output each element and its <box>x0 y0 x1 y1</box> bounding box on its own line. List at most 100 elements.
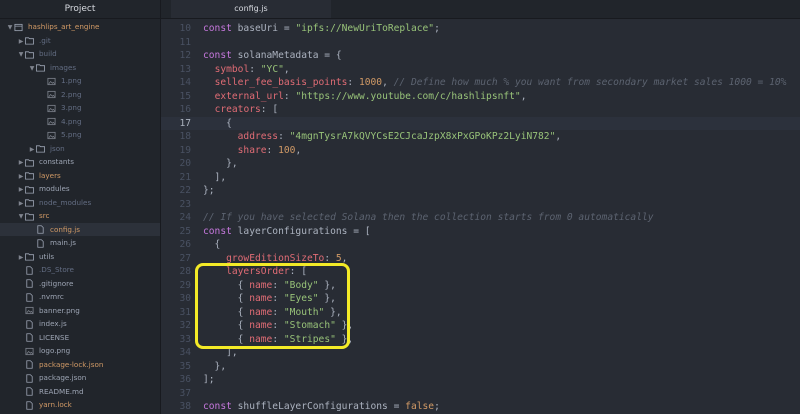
tree-file[interactable]: banner.png <box>0 304 160 318</box>
tree-item-label: logo.png <box>39 346 71 355</box>
tree-folder[interactable]: ▶ constants <box>0 155 160 169</box>
tree-folder[interactable]: ▶ json <box>0 142 160 156</box>
code-line[interactable]: 31 { name: "Mouth" }, <box>161 306 800 320</box>
code-line[interactable]: 17 { <box>161 116 800 130</box>
tree-file[interactable]: package.json <box>0 371 160 385</box>
code-text: const solanaMetadata = { <box>203 49 342 63</box>
code-line[interactable]: 30 { name: "Eyes" }, <box>161 292 800 306</box>
tree-file[interactable]: 5.png <box>0 128 160 142</box>
tree-file[interactable]: 2.png <box>0 88 160 102</box>
file-icon <box>25 279 36 288</box>
code-line[interactable]: 15 external_url: "https://www.youtube.co… <box>161 90 800 104</box>
tree-file[interactable]: .gitignore <box>0 277 160 291</box>
tree-folder[interactable]: ▼ build <box>0 47 160 61</box>
code-line[interactable]: 22}; <box>161 184 800 198</box>
tree-item-label: build <box>39 49 57 58</box>
tree-folder[interactable]: ▶ .git <box>0 34 160 48</box>
chevron-right-icon[interactable]: ▶ <box>17 251 25 265</box>
code-line[interactable]: 21 ], <box>161 171 800 185</box>
code-line[interactable]: 27 growEditionSizeTo: 5, <box>161 252 800 266</box>
code-line[interactable]: 12 const solanaMetadata = { <box>161 49 800 63</box>
tree-file[interactable]: 4.png <box>0 115 160 129</box>
code-line[interactable]: 19 share: 100, <box>161 144 800 158</box>
chevron-down-icon[interactable]: ▼ <box>6 21 14 35</box>
file-icon <box>36 238 47 248</box>
code-line[interactable]: 38 const shuffleLayerConfigurations = fal… <box>161 400 800 414</box>
code-line[interactable]: 24 // If you have selected Solana then th… <box>161 211 800 225</box>
tree-file[interactable]: .nvmrc <box>0 290 160 304</box>
code-line[interactable]: 37 <box>161 387 800 401</box>
tree-file[interactable]: logo.png <box>0 344 160 358</box>
code-line[interactable]: 36]; <box>161 373 800 387</box>
tree-file[interactable]: yarn.lock <box>0 398 160 412</box>
folder-icon <box>25 50 36 59</box>
tree-file[interactable]: README.md <box>0 385 160 399</box>
code-text: const shuffleLayerConfigurations = false… <box>203 400 440 414</box>
code-line[interactable]: 35 }, <box>161 360 800 374</box>
code-editor[interactable]: 10 const baseUri = "ipfs://NewUriToReplac… <box>161 19 800 414</box>
image-file-icon <box>47 90 58 99</box>
code-line[interactable]: 18 address: "4mgnTysrA7kQVYCsE2CJcaJzpX8… <box>161 130 800 144</box>
file-icon <box>25 265 36 275</box>
code-line[interactable]: 11 <box>161 36 800 50</box>
chevron-down-icon[interactable]: ▼ <box>17 210 25 224</box>
code-line[interactable]: 29 { name: "Body" }, <box>161 279 800 293</box>
tree-folder[interactable]: ▼ src <box>0 209 160 223</box>
code-text: const baseUri = "ipfs://NewUriToReplace"… <box>203 22 440 36</box>
code-line[interactable]: 20 }, <box>161 157 800 171</box>
chevron-down-icon[interactable]: ▼ <box>17 48 25 62</box>
chevron-right-icon[interactable]: ▶ <box>17 156 25 170</box>
chevron-right-icon[interactable]: ▶ <box>28 143 36 157</box>
tree-file[interactable]: package-lock.json <box>0 358 160 372</box>
tab-config-js[interactable]: config.js <box>171 0 331 18</box>
tree-folder[interactable]: ▶ utils <box>0 250 160 264</box>
code-line[interactable]: 10 const baseUri = "ipfs://NewUriToReplac… <box>161 22 800 36</box>
tree-file[interactable]: .DS_Store <box>0 263 160 277</box>
file-icon <box>36 225 47 234</box>
code-line[interactable]: 23 <box>161 198 800 212</box>
image-file-icon <box>47 104 58 113</box>
code-token: name <box>249 333 273 345</box>
code-text: }, <box>203 157 238 171</box>
code-token: "Mouth" <box>283 306 325 318</box>
code-line[interactable]: 34 ], <box>161 346 800 360</box>
file-icon <box>25 292 36 302</box>
tree-item-label: 5.png <box>61 130 82 139</box>
code-line[interactable]: 14 seller_fee_basis_points: 1000, // Def… <box>161 76 800 90</box>
code-line[interactable]: 25 const layerConfigurations = [ <box>161 225 800 239</box>
tree-item-label: banner.png <box>39 305 80 315</box>
tree-file[interactable]: main.js <box>0 236 160 250</box>
chevron-down-icon[interactable]: ▼ <box>28 62 36 76</box>
code-token: }, <box>318 293 336 304</box>
tree-file[interactable]: 1.png <box>0 74 160 88</box>
code-token: // Define how much % you want from secon… <box>393 77 787 88</box>
tree-file[interactable]: LICENSE <box>0 331 160 345</box>
tree-folder[interactable]: ▼ hashlips_art_engine <box>0 20 160 34</box>
tree-item-label: README.md <box>39 386 84 396</box>
tree-folder[interactable]: ▶ node_modules <box>0 196 160 210</box>
tree-file[interactable]: 3.png <box>0 101 160 115</box>
chevron-right-icon[interactable]: ▶ <box>17 183 25 197</box>
code-token: = [ <box>353 225 371 237</box>
code-line[interactable]: 28 layersOrder: [ <box>161 265 800 279</box>
tree-folder[interactable]: ▼ images <box>0 61 160 75</box>
code-line[interactable]: 32 { name: "Stomach" }, <box>161 319 800 333</box>
chevron-right-icon[interactable]: ▶ <box>17 197 25 211</box>
folder-icon <box>25 198 36 207</box>
code-line[interactable]: 13 symbol: "YC", <box>161 63 800 77</box>
code-token: { <box>203 320 250 331</box>
tree-folder[interactable]: ▶ layers <box>0 169 160 183</box>
tree-item-label: yarn.lock <box>39 400 72 409</box>
code-token: , <box>283 63 290 75</box>
code-token: "Stripes" <box>283 333 336 345</box>
code-line[interactable]: 26 { <box>161 238 800 252</box>
chevron-right-icon[interactable]: ▶ <box>17 170 25 184</box>
tree-file[interactable]: index.js <box>0 317 160 331</box>
tree-file[interactable]: config.js <box>0 222 160 236</box>
tree-folder[interactable]: ▶ modules <box>0 182 160 196</box>
code-line[interactable]: 33 { name: "Stripes" }, <box>161 333 800 347</box>
chevron-right-icon[interactable]: ▶ <box>17 35 25 49</box>
folder-icon <box>25 185 36 194</box>
code-line[interactable]: 16 creators: [ <box>161 103 800 117</box>
